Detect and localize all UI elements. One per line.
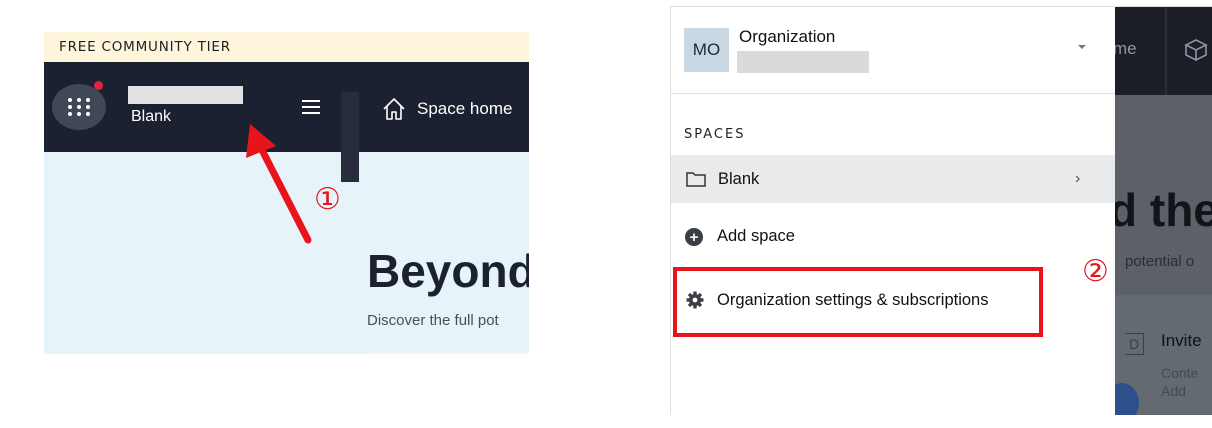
space-home-link[interactable]: Space home	[381, 94, 512, 124]
add-space-label: Add space	[717, 227, 795, 245]
home-icon	[383, 98, 405, 120]
highlight-box	[673, 267, 1043, 337]
background-card-avatar	[1115, 383, 1139, 415]
redacted-organization-name	[737, 51, 869, 73]
cube-icon	[1184, 39, 1208, 62]
organization-avatar: MO	[684, 28, 729, 72]
hero-title: Beyond	[367, 245, 529, 297]
step-marker-2: ②	[1082, 254, 1109, 289]
hero-divider	[367, 351, 529, 354]
background-topbar-divider	[1165, 7, 1167, 95]
step-marker-1: ①	[314, 182, 341, 217]
hero-subtitle: Discover the full pot	[367, 312, 499, 329]
background-card-title: Invite	[1161, 331, 1202, 350]
tier-banner: FREE COMMUNITY TIER	[44, 32, 529, 62]
background-app-overlay: me d the potential o D Invite Conte Add	[1115, 7, 1212, 415]
caret-down-icon[interactable]	[1078, 45, 1086, 49]
left-screenshot-panel: FREE COMMUNITY TIER Blank Space home Bey…	[44, 32, 529, 354]
background-nav-fragment: me	[1115, 39, 1137, 58]
organization-label: Organization	[739, 27, 836, 46]
organization-menu: MO Organization SPACES Blank › + Add spa…	[671, 7, 1115, 415]
organization-switcher[interactable]: MO Organization	[671, 7, 1115, 94]
topbar-divider	[341, 92, 359, 182]
app-switcher-button[interactable]	[52, 84, 106, 130]
notification-dot	[94, 81, 103, 90]
plus-circle-icon: +	[685, 228, 703, 246]
background-hero-title: d the	[1115, 184, 1212, 236]
space-item-label: Blank	[718, 170, 760, 188]
space-switcher-name[interactable]: Blank	[131, 108, 171, 126]
tier-banner-label: FREE COMMUNITY TIER	[59, 39, 231, 55]
background-card-tag: D	[1125, 333, 1145, 355]
background-card-line: Add	[1161, 383, 1186, 399]
right-screenshot-panel: me d the potential o D Invite Conte Add …	[670, 6, 1212, 415]
background-card-line: Conte	[1161, 365, 1199, 381]
background-card: D Invite Conte Add	[1115, 295, 1212, 415]
chevron-right-icon: ›	[1075, 170, 1081, 187]
hamburger-menu-icon[interactable]	[302, 100, 320, 114]
folder-icon	[686, 172, 706, 187]
space-home-label: Space home	[417, 99, 513, 118]
spaces-heading: SPACES	[684, 127, 746, 142]
add-space-button[interactable]: + Add space	[671, 219, 1115, 259]
top-navigation-bar: Blank Space home	[44, 62, 529, 182]
space-item-blank[interactable]: Blank ›	[671, 155, 1115, 203]
background-topbar: me	[1115, 7, 1212, 95]
grid-dots-icon	[68, 98, 90, 116]
redacted-org-name	[128, 86, 243, 104]
background-hero-subtitle: potential o	[1125, 253, 1195, 270]
